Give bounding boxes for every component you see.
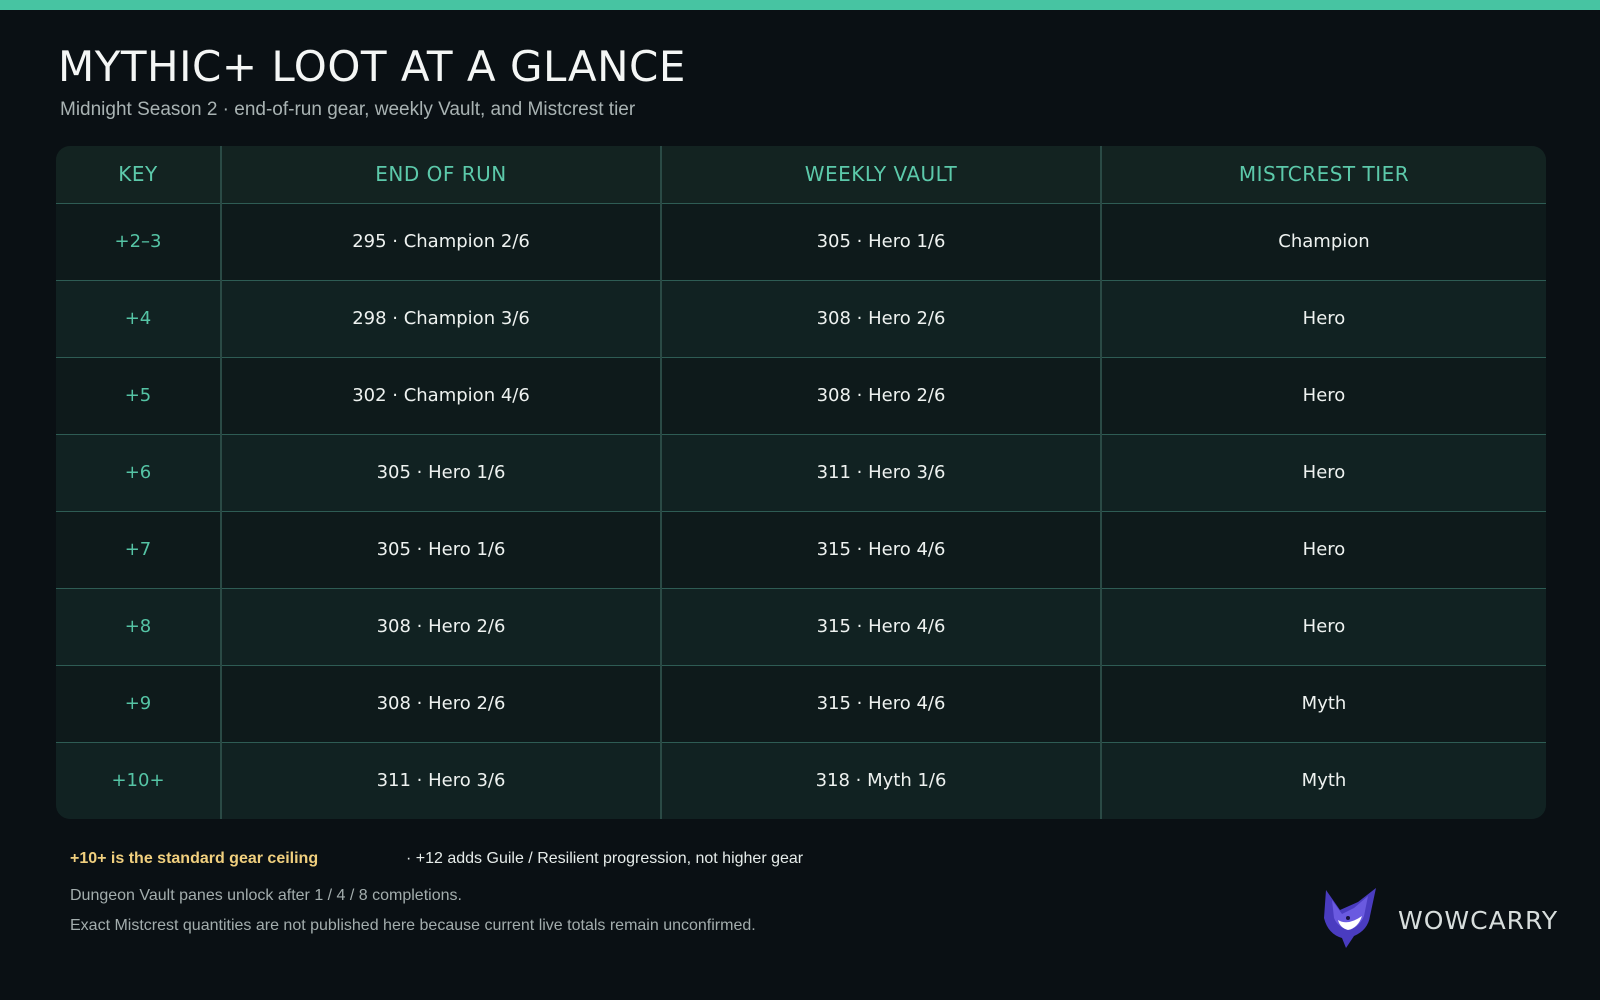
fox-mascot-icon (1324, 888, 1376, 948)
column-header-mistcrest-tier: MISTCREST TIER (1100, 146, 1546, 204)
key-level: +4 (56, 279, 221, 357)
gear-ceiling-highlight: +10+ is the standard gear ceiling (70, 850, 319, 867)
weekly-vault-cell: 311 · Hero 3/6 (660, 433, 1101, 511)
key-level: +2–3 (56, 202, 221, 280)
end-of-run-cell: 311 · Hero 3/6 (220, 741, 661, 819)
vault-note: Dungeon Vault panes unlock after 1 / 4 /… (70, 887, 462, 904)
table-row: +6 305 · Hero 1/6 311 · Hero 3/6 Hero (56, 433, 1546, 511)
weekly-vault-cell: 315 · Hero 4/6 (660, 664, 1101, 742)
end-of-run-cell: 298 · Champion 3/6 (220, 279, 661, 357)
weekly-vault-cell: 305 · Hero 1/6 (660, 202, 1101, 280)
weekly-vault-cell: 308 · Hero 2/6 (660, 279, 1101, 357)
table-row: +9 308 · Hero 2/6 315 · Hero 4/6 Myth (56, 664, 1546, 742)
column-header-end-of-run: END OF RUN (220, 146, 661, 204)
loot-table-panel: KEY END OF RUN WEEKLY VAULT MISTCREST TI… (56, 146, 1546, 819)
table-row: +10+ 311 · Hero 3/6 318 · Myth 1/6 Myth (56, 741, 1546, 819)
brand-lockup: WOWCARRY (1318, 886, 1557, 956)
mistcrest-tier-cell: Hero (1100, 279, 1546, 357)
key-level: +8 (56, 587, 221, 665)
table-row: +8 308 · Hero 2/6 315 · Hero 4/6 Hero (56, 587, 1546, 665)
weekly-vault-cell: 315 · Hero 4/6 (660, 587, 1101, 665)
brand-name: WOWCARRY (1398, 906, 1559, 935)
table-header-row: KEY END OF RUN WEEKLY VAULT MISTCREST TI… (56, 146, 1546, 204)
mistcrest-tier-cell: Myth (1100, 741, 1546, 819)
end-of-run-cell: 302 · Champion 4/6 (220, 356, 661, 434)
end-of-run-cell: 308 · Hero 2/6 (220, 664, 661, 742)
column-header-key: KEY (56, 146, 221, 204)
end-of-run-cell: 295 · Champion 2/6 (220, 202, 661, 280)
table-row: +2–3 295 · Champion 2/6 305 · Hero 1/6 C… (56, 202, 1546, 280)
gear-ceiling-detail: · +12 adds Guile / Resilient progression… (406, 850, 804, 867)
weekly-vault-cell: 318 · Myth 1/6 (660, 741, 1101, 819)
mistcrest-tier-cell: Hero (1100, 587, 1546, 665)
table-row: +4 298 · Champion 3/6 308 · Hero 2/6 Her… (56, 279, 1546, 357)
loot-table: KEY END OF RUN WEEKLY VAULT MISTCREST TI… (56, 146, 1546, 819)
key-level: +6 (56, 433, 221, 511)
table-row: +7 305 · Hero 1/6 315 · Hero 4/6 Hero (56, 510, 1546, 588)
mistcrest-tier-cell: Hero (1100, 510, 1546, 588)
key-level: +5 (56, 356, 221, 434)
column-header-weekly-vault: WEEKLY VAULT (660, 146, 1101, 204)
mistcrest-tier-cell: Hero (1100, 356, 1546, 434)
gear-ceiling-note: +10+ is the standard gear ceiling · +12 … (70, 850, 803, 868)
weekly-vault-cell: 308 · Hero 2/6 (660, 356, 1101, 434)
key-level: +9 (56, 664, 221, 742)
weekly-vault-cell: 315 · Hero 4/6 (660, 510, 1101, 588)
page-title: MYTHIC+ LOOT AT A GLANCE (58, 42, 686, 91)
mistcrest-tier-cell: Hero (1100, 433, 1546, 511)
top-accent-bar (0, 0, 1600, 10)
mistcrest-tier-cell: Champion (1100, 202, 1546, 280)
mistcrest-note: Exact Mistcrest quantities are not publi… (70, 917, 756, 934)
key-level: +10+ (56, 741, 221, 819)
end-of-run-cell: 305 · Hero 1/6 (220, 510, 661, 588)
end-of-run-cell: 308 · Hero 2/6 (220, 587, 661, 665)
end-of-run-cell: 305 · Hero 1/6 (220, 433, 661, 511)
key-level: +7 (56, 510, 221, 588)
mistcrest-tier-cell: Myth (1100, 664, 1546, 742)
table-row: +5 302 · Champion 4/6 308 · Hero 2/6 Her… (56, 356, 1546, 434)
page-subtitle: Midnight Season 2 · end-of-run gear, wee… (60, 99, 636, 120)
